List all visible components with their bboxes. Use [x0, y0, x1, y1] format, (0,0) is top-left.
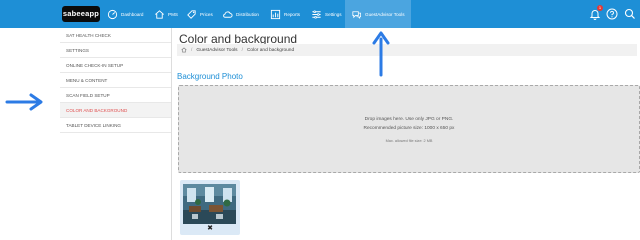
sidebar-item-tablet-device-linking[interactable]: TABLET DEVICE LINKING [60, 118, 171, 133]
delete-thumbnail-button[interactable]: ✖ [180, 224, 240, 233]
image-dropzone[interactable]: Drop images here. Use only JPG or PNG. R… [178, 85, 640, 173]
sidebar-item-color-and-background[interactable]: COLOR AND BACKGROUND [60, 103, 171, 118]
help-icon[interactable] [606, 8, 618, 20]
nav-guestadvisor-tools-label: GuestAdvisor Tools [365, 11, 405, 17]
sliders-icon [312, 9, 321, 19]
sidebar-item-menu-content[interactable]: MENU & CONTENT [60, 73, 171, 88]
nav-distribution-label: Distribution [236, 11, 259, 17]
nav-pms-label: PMS [168, 11, 178, 17]
home-icon[interactable] [181, 47, 187, 53]
chart-icon [270, 9, 281, 19]
house-icon [155, 9, 164, 19]
background-thumbnail-card: ✖ [180, 180, 240, 235]
nav-pms[interactable]: PMS [154, 0, 178, 28]
breadcrumb-separator: / [241, 47, 243, 53]
sidebar-item-settings[interactable]: SETTINGS [60, 43, 171, 58]
breadcrumb-guestadvisor-tools[interactable]: GuestAdvisor Tools [196, 48, 237, 53]
dropzone-instructions: Drop images here. Use only JPG or PNG. [364, 117, 454, 122]
sidebar-item-scan-field-setup[interactable]: SCAN FIELD SETUP [60, 88, 171, 103]
nav-reports-label: Reports [284, 11, 301, 17]
nav-prices-label: Prices [200, 11, 213, 17]
nav-dashboard-label: Dashboard [121, 11, 144, 17]
tag-icon [187, 9, 196, 19]
background-thumbnail-image[interactable] [183, 184, 236, 224]
annotation-arrow-right [5, 93, 43, 111]
section-title-background-photo: Background Photo [177, 72, 243, 81]
dropzone-max-size: Max. allowed file size: 2 MB [385, 139, 433, 143]
notification-badge: 1 [597, 5, 603, 11]
nav-prices[interactable]: Prices [186, 0, 213, 28]
sidebar: SAT HEALTH CHECK SETTINGS ONLINE CHECK-I… [60, 28, 172, 240]
sidebar-item-online-check-in-setup[interactable]: ONLINE CHECK-IN SETUP [60, 58, 171, 73]
nav-settings[interactable]: Settings [311, 0, 342, 28]
top-navbar: sabeeapp Dashboard PMS Prices Distributi… [0, 0, 640, 28]
cloud-icon [223, 10, 233, 18]
search-icon[interactable] [624, 8, 636, 20]
breadcrumb-separator: / [191, 47, 193, 53]
nav-reports[interactable]: Reports [270, 0, 300, 28]
dashboard-icon [107, 9, 118, 19]
breadcrumb-current: Color and background [246, 47, 295, 53]
nav-guestadvisor-tools[interactable]: GuestAdvisor Tools [345, 0, 411, 28]
nav-settings-label: Settings [325, 11, 342, 17]
nav-distribution[interactable]: Distribution [222, 0, 259, 28]
nav-dashboard[interactable]: Dashboard [107, 0, 143, 28]
room-photo-illustration [183, 184, 236, 224]
main-content: Color and background / GuestAdvisor Tool… [172, 28, 640, 240]
chat-icon [352, 10, 361, 19]
sidebar-item-sat-health-check[interactable]: SAT HEALTH CHECK [60, 28, 171, 43]
dropzone-recommended-size: Recommended picture size: 1000 x 650 px [363, 126, 455, 131]
sabeeapp-logo[interactable]: sabeeapp [62, 6, 100, 22]
breadcrumb: / GuestAdvisor Tools / Color and backgro… [177, 44, 637, 56]
annotation-arrow-up [372, 31, 390, 77]
